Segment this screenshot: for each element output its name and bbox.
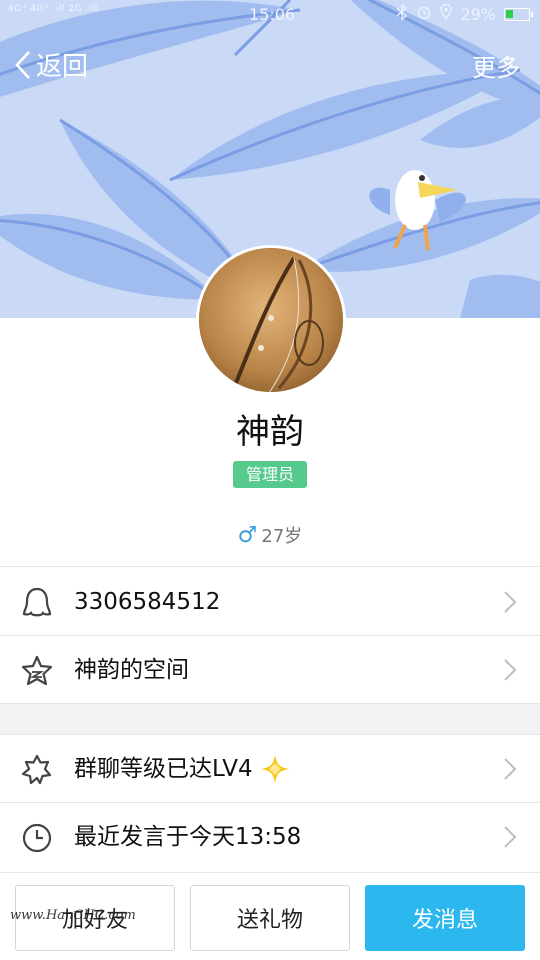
gender-age: ♂ 27岁 (0, 522, 540, 548)
watermark-text: www.HanCHC.com (10, 908, 136, 923)
qq-number-label: 3306584512 (74, 589, 221, 615)
group-level-label: 群聊等级已达LV4 (74, 756, 253, 782)
more-button[interactable]: 更多 (472, 48, 520, 83)
chevron-right-icon (504, 758, 517, 780)
qq-penguin-icon (22, 587, 52, 617)
back-label: 返回 (36, 52, 89, 82)
group-level-text: 群聊等级已达LV4 (74, 735, 291, 803)
level-star-icon (21, 754, 52, 785)
status-icons: 29% (396, 3, 533, 24)
avatar[interactable] (196, 245, 346, 395)
battery-icon (504, 7, 533, 21)
qzone-space-row[interactable]: 神韵的空间 (0, 636, 540, 704)
last-message-row[interactable]: 最近发言于今天13:58 (0, 803, 540, 871)
status-bar: 4G⁺ 4G⁺ .ıll 2G .ıll 15:06 29% (0, 0, 540, 30)
profile-name: 神韵 (236, 412, 304, 452)
age-label: 27岁 (261, 526, 303, 547)
chevron-right-icon (504, 659, 517, 681)
network-signal-indicator: 4G⁺ 4G⁺ .ıll 2G .ıll (8, 4, 98, 14)
diamond-badge-icon (260, 755, 289, 783)
star-space-icon (21, 655, 53, 686)
send-gift-button[interactable]: 送礼物 (190, 885, 350, 951)
send-message-button[interactable]: 发消息 (365, 885, 525, 951)
chevron-left-icon (15, 50, 30, 79)
location-icon (440, 3, 453, 24)
role-badge: 管理员 (233, 461, 307, 488)
group-level-row[interactable]: 群聊等级已达LV4 (0, 735, 540, 803)
back-button[interactable]: 返回 (14, 46, 88, 83)
status-time: 15:06 (249, 5, 296, 24)
clock-icon (22, 823, 52, 853)
alarm-icon (416, 4, 432, 24)
chevron-right-icon (504, 826, 517, 848)
qzone-space-label: 神韵的空间 (74, 657, 189, 683)
last-message-label: 最近发言于今天13:58 (74, 824, 302, 850)
battery-percent: 29% (460, 4, 496, 24)
male-icon: ♂ (237, 522, 258, 548)
divider (0, 566, 540, 567)
chevron-right-icon (504, 591, 517, 613)
avatar-image (199, 248, 343, 392)
section-gap (0, 704, 540, 734)
qq-number-row[interactable]: 3306584512 (0, 568, 540, 636)
bluetooth-icon (396, 3, 408, 24)
